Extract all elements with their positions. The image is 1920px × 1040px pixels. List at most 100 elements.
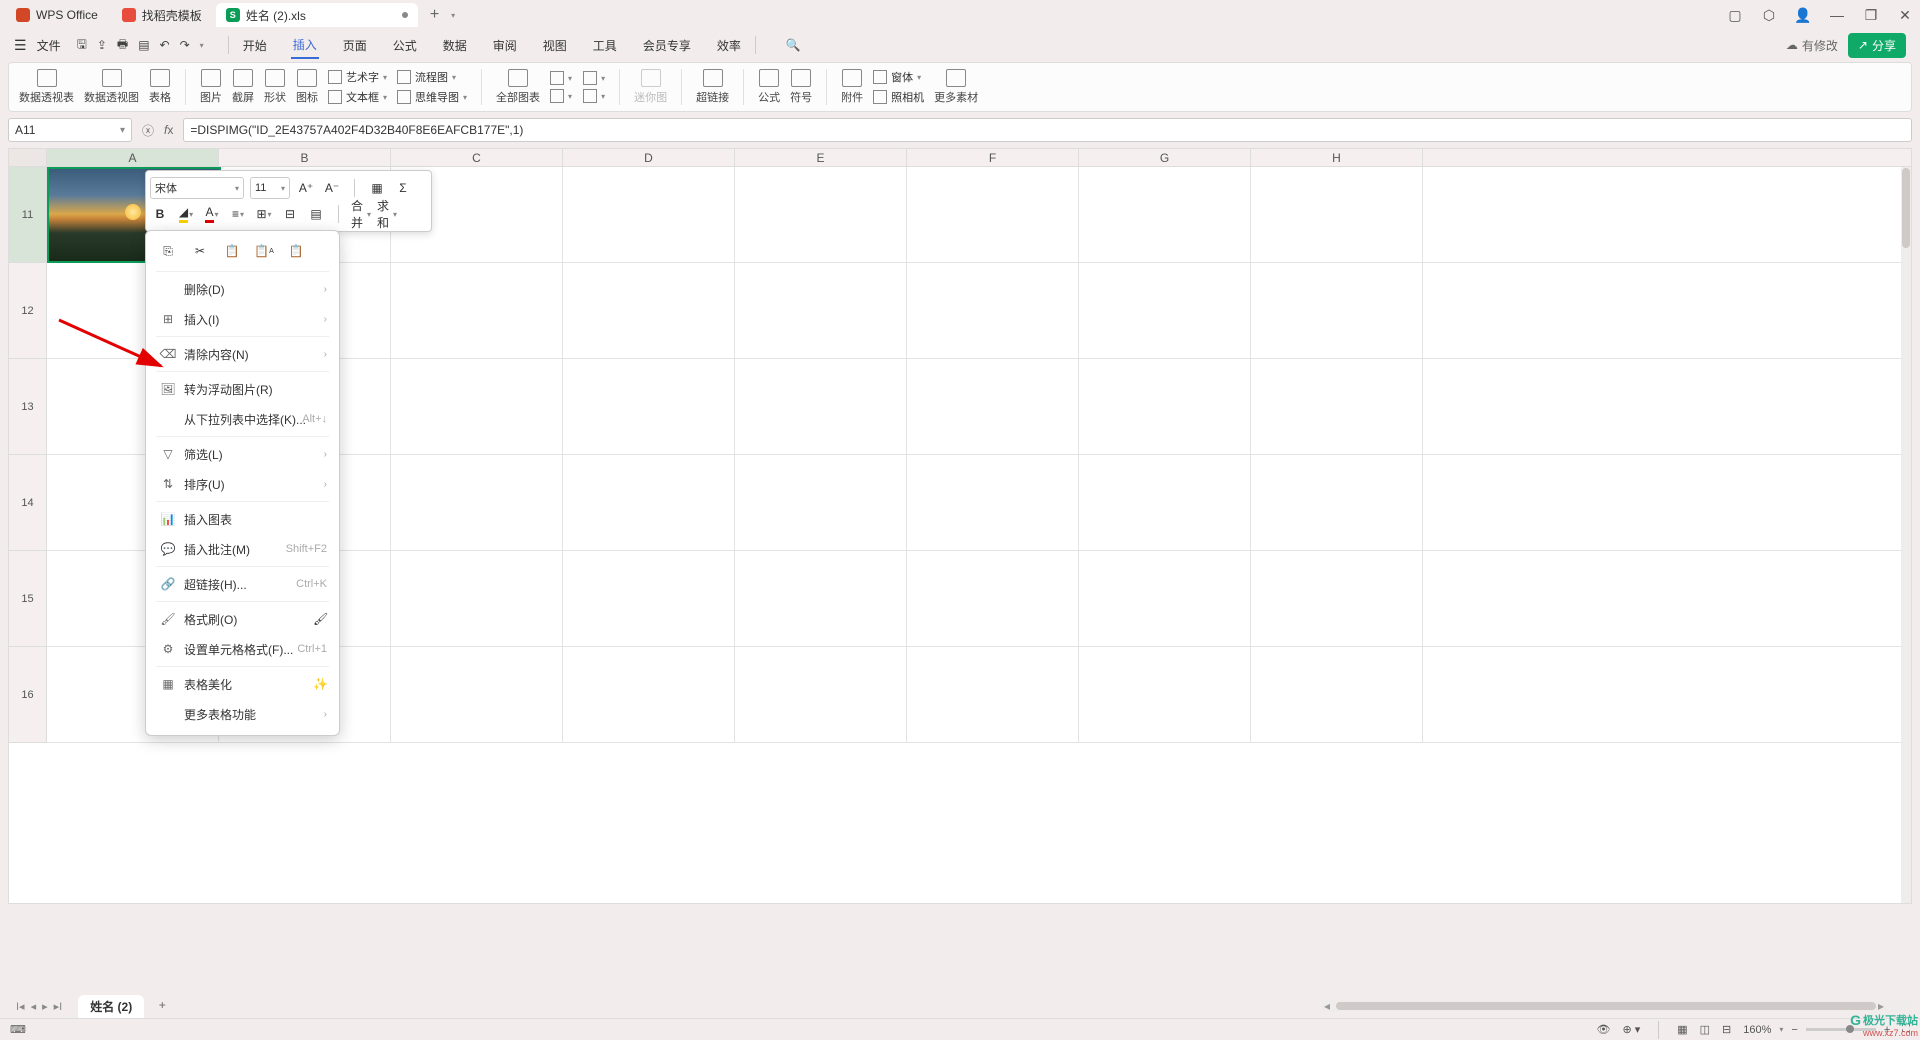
tab-templates[interactable]: 找稻壳模板 bbox=[112, 3, 212, 27]
ctx-filter[interactable]: ▽筛选(L)› bbox=[146, 439, 339, 469]
menu-page[interactable]: 页面 bbox=[341, 33, 369, 58]
col-header-e[interactable]: E bbox=[735, 149, 907, 166]
font-family-select[interactable]: 宋体▾ bbox=[150, 177, 244, 199]
format-painter-icon[interactable]: ▤ bbox=[306, 204, 326, 224]
scroll-left-icon[interactable]: ◂ bbox=[1324, 999, 1330, 1013]
view-normal-icon[interactable]: ▦ bbox=[1677, 1023, 1687, 1036]
window-layout-icon[interactable]: ▢ bbox=[1726, 7, 1744, 24]
menu-review[interactable]: 审阅 bbox=[491, 33, 519, 58]
ctx-insert-chart[interactable]: 📊插入图表 bbox=[146, 504, 339, 534]
export-icon[interactable]: ⇪ bbox=[97, 38, 107, 52]
menu-file[interactable]: 文件 bbox=[37, 37, 61, 54]
col-header-g[interactable]: G bbox=[1079, 149, 1251, 166]
ctx-beautify[interactable]: ▦表格美化✨ bbox=[146, 669, 339, 699]
menu-tools[interactable]: 工具 bbox=[591, 33, 619, 58]
ctx-sort[interactable]: ⇅排序(U)› bbox=[146, 469, 339, 499]
eye-icon[interactable]: 👁 bbox=[1596, 1023, 1610, 1036]
ctx-insert-comment[interactable]: 💬插入批注(M)Shift+F2 bbox=[146, 534, 339, 564]
zoom-value[interactable]: 160% bbox=[1743, 1024, 1771, 1036]
screenshot-button[interactable]: 截屏 bbox=[232, 69, 254, 105]
ctx-dropdown-select[interactable]: 从下拉列表中选择(K)...Alt+↓ bbox=[146, 404, 339, 434]
col-header-a[interactable]: A bbox=[47, 149, 219, 166]
merge-button[interactable]: 合并 bbox=[351, 204, 371, 224]
col-header-c[interactable]: C bbox=[391, 149, 563, 166]
scroll-thumb[interactable] bbox=[1902, 168, 1910, 248]
menu-insert[interactable]: 插入 bbox=[291, 32, 319, 59]
col-header-f[interactable]: F bbox=[907, 149, 1079, 166]
new-tab-button[interactable]: + bbox=[422, 6, 447, 24]
ctx-insert[interactable]: ⊞插入(I)› bbox=[146, 304, 339, 334]
row-header-12[interactable]: 12 bbox=[9, 263, 47, 359]
ctx-hyperlink[interactable]: 🔗超链接(H)...Ctrl+K bbox=[146, 569, 339, 599]
menu-view[interactable]: 视图 bbox=[541, 33, 569, 58]
mindmap-button[interactable]: 思维导图▾ bbox=[397, 89, 467, 105]
col-header-h[interactable]: H bbox=[1251, 149, 1423, 166]
add-sheet-button[interactable]: + bbox=[152, 996, 172, 1016]
col-header-b[interactable]: B bbox=[219, 149, 391, 166]
ctx-float-image[interactable]: 🖼转为浮动图片(R) bbox=[146, 374, 339, 404]
name-box[interactable]: A11 ▾ bbox=[8, 118, 132, 142]
area-chart-icon[interactable] bbox=[550, 89, 564, 103]
cancel-icon[interactable]: ⓧ bbox=[142, 122, 154, 139]
hyperlink-button[interactable]: 超链接 bbox=[696, 69, 729, 105]
cloud-status[interactable]: ☁ 有修改 bbox=[1786, 37, 1838, 54]
menu-formula[interactable]: 公式 bbox=[391, 33, 419, 58]
ctx-cell-format[interactable]: ⚙设置单元格格式(F)...Ctrl+1 bbox=[146, 634, 339, 664]
tab-document-active[interactable]: S 姓名 (2).xls × bbox=[216, 3, 418, 27]
icon-button[interactable]: 图标 bbox=[296, 69, 318, 105]
formula-input[interactable]: =DISPIMG("ID_2E43757A402F4D32B40F8E6EAFC… bbox=[183, 118, 1912, 142]
menu-start[interactable]: 开始 bbox=[241, 33, 269, 58]
print-icon[interactable]: 🖶 bbox=[117, 35, 128, 56]
print-preview-icon[interactable]: ▤ bbox=[138, 38, 149, 52]
cut-icon[interactable]: ✂ bbox=[190, 241, 210, 261]
increase-font-icon[interactable]: A⁺ bbox=[296, 178, 316, 198]
prev-sheet-icon[interactable]: ◂ bbox=[31, 1000, 37, 1013]
user-avatar-icon[interactable]: 👤 bbox=[1794, 7, 1812, 24]
menu-data[interactable]: 数据 bbox=[441, 33, 469, 58]
zoom-out-icon[interactable]: − bbox=[1791, 1024, 1797, 1036]
autosum-icon[interactable]: Σ bbox=[393, 178, 413, 198]
border-icon[interactable]: ⊞ bbox=[254, 204, 274, 224]
cell-style-icon[interactable]: ▦ bbox=[367, 178, 387, 198]
font-size-select[interactable]: 11▾ bbox=[250, 177, 290, 199]
pivot-chart-button[interactable]: 数据透视图 bbox=[84, 69, 139, 105]
bar-chart-icon[interactable] bbox=[550, 71, 564, 85]
pivot-table-button[interactable]: 数据透视表 bbox=[19, 69, 74, 105]
view-break-icon[interactable]: ⊟ bbox=[1722, 1023, 1731, 1036]
menu-member[interactable]: 会员专享 bbox=[641, 33, 693, 58]
vertical-scrollbar[interactable] bbox=[1901, 167, 1911, 904]
ctx-clear[interactable]: ⌫清除内容(N)› bbox=[146, 339, 339, 369]
picture-button[interactable]: 图片 bbox=[200, 69, 222, 105]
minimize-icon[interactable]: — bbox=[1828, 7, 1846, 23]
scroll-thumb[interactable] bbox=[1336, 1002, 1876, 1010]
col-header-d[interactable]: D bbox=[563, 149, 735, 166]
redo-icon[interactable]: ↷ bbox=[180, 38, 190, 52]
row-header-14[interactable]: 14 bbox=[9, 455, 47, 551]
sum-button[interactable]: 求和 bbox=[377, 204, 397, 224]
zoom-dropdown-icon[interactable]: ▾ bbox=[1779, 1025, 1783, 1034]
maximize-icon[interactable]: ❐ bbox=[1862, 7, 1880, 24]
attachment-button[interactable]: 附件 bbox=[841, 69, 863, 105]
row-header-16[interactable]: 16 bbox=[9, 647, 47, 743]
scroll-right-icon[interactable]: ▸ bbox=[1878, 999, 1884, 1013]
ctx-delete[interactable]: 删除(D)› bbox=[146, 274, 339, 304]
copy-icon[interactable]: ⎘ bbox=[158, 241, 178, 261]
menu-efficiency[interactable]: 效率 bbox=[715, 33, 743, 58]
target-icon[interactable]: ⊕ ▾ bbox=[1622, 1023, 1640, 1036]
paste-values-icon[interactable]: 📋 bbox=[286, 241, 306, 261]
undo-icon[interactable]: ↶ bbox=[160, 38, 170, 52]
shape-button[interactable]: 形状 bbox=[264, 69, 286, 105]
textbox-button[interactable]: 文本框▾ bbox=[328, 89, 387, 105]
first-sheet-icon[interactable]: I◂ bbox=[16, 1000, 25, 1013]
input-mode-icon[interactable]: ⌨ bbox=[10, 1023, 26, 1036]
close-window-icon[interactable]: ✕ bbox=[1896, 7, 1914, 24]
sheet-tab-active[interactable]: 姓名 (2) bbox=[78, 995, 144, 1018]
next-sheet-icon[interactable]: ▸ bbox=[42, 1000, 48, 1013]
hamburger-icon[interactable]: ☰ bbox=[14, 37, 27, 54]
save-icon[interactable]: 🖫 bbox=[77, 35, 87, 56]
tab-dropdown-icon[interactable]: ▾ bbox=[451, 11, 455, 20]
ctx-format-painter[interactable]: 🖌格式刷(O)🖌 bbox=[146, 604, 339, 634]
table-button[interactable]: 表格 bbox=[149, 69, 171, 105]
row-header-15[interactable]: 15 bbox=[9, 551, 47, 647]
bold-icon[interactable]: B bbox=[150, 204, 170, 224]
